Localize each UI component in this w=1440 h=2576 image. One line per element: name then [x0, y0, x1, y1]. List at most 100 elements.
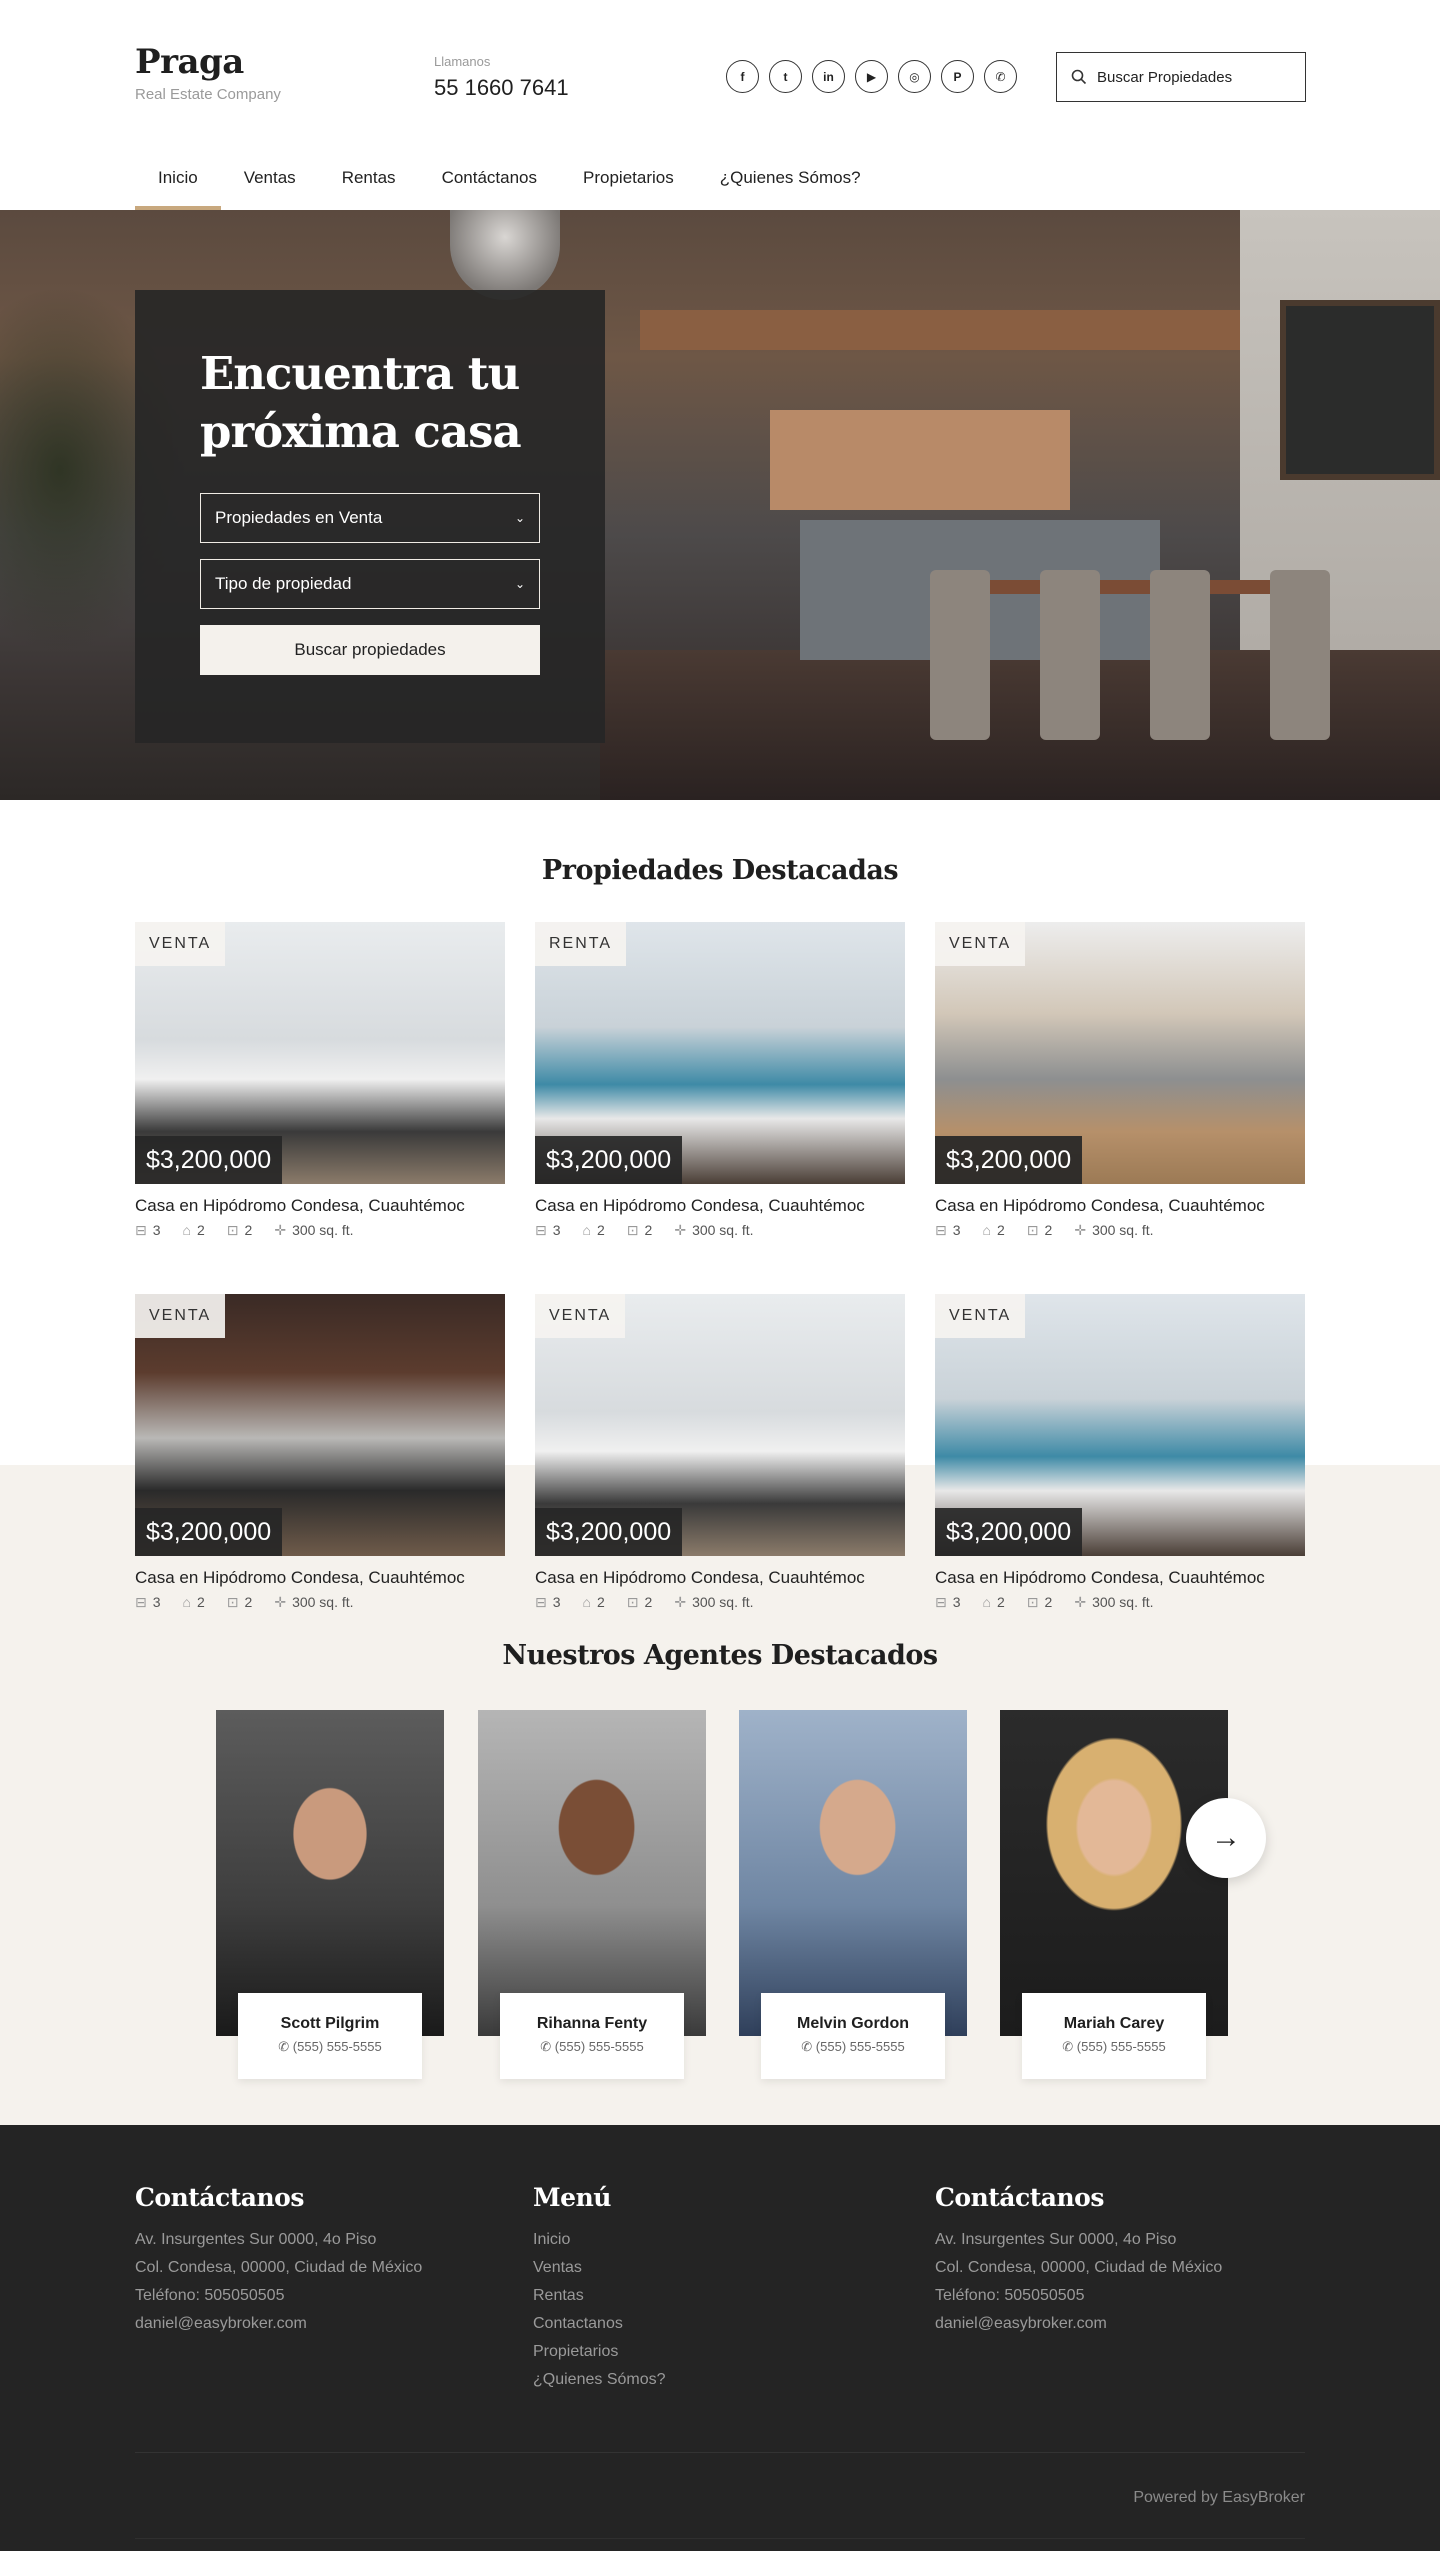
nav-rentas[interactable]: Rentas	[319, 150, 419, 210]
property-price: $3,200,000	[935, 1508, 1083, 1556]
baths-count: 2	[997, 1222, 1005, 1238]
operation-select[interactable]: Propiedades en Venta ⌄	[200, 493, 540, 543]
footer-link-inicio[interactable]: Inicio	[533, 2226, 666, 2254]
chevron-down-icon: ⌄	[514, 577, 525, 591]
car-icon: ⊡	[1026, 1594, 1039, 1610]
property-card[interactable]: VENTA $3,200,000 Casa en Hipódromo Conde…	[135, 1294, 505, 1611]
pinterest-icon[interactable]: P	[941, 60, 974, 93]
property-type-select[interactable]: Tipo de propiedad ⌄	[200, 559, 540, 609]
agents-title: Nuestros Agentes Destacados	[502, 1640, 938, 1671]
property-card[interactable]: VENTA $3,200,000 Casa en Hipódromo Conde…	[135, 922, 505, 1239]
footer-menu: Menú Inicio Ventas Rentas Contactanos Pr…	[533, 2183, 666, 2394]
property-image[interactable]: VENTA $3,200,000	[135, 922, 505, 1184]
agent-phone[interactable]: ✆ (555) 555-5555	[1022, 2039, 1206, 2055]
property-name[interactable]: Casa en Hipódromo Condesa, Cuauhtémoc	[135, 1196, 505, 1216]
footer-email[interactable]: daniel@easybroker.com	[135, 2310, 422, 2338]
agent-phone[interactable]: ✆ (555) 555-5555	[238, 2039, 422, 2055]
area-value: 300 sq. ft.	[292, 1594, 354, 1610]
property-name[interactable]: Casa en Hipódromo Condesa, Cuauhtémoc	[135, 1568, 505, 1588]
search-properties-button[interactable]: Buscar propiedades	[200, 625, 540, 675]
footer-link-quienes-somos[interactable]: ¿Quienes Sómos?	[533, 2366, 666, 2394]
area: ✛ 300 sq. ft.	[1074, 1222, 1153, 1239]
footer-address-line1: Av. Insurgentes Sur 0000, 4o Piso	[135, 2231, 377, 2248]
footer-link-propietarios[interactable]: Propietarios	[533, 2338, 666, 2366]
instagram-icon[interactable]: ◎	[898, 60, 931, 93]
area: ✛ 300 sq. ft.	[674, 1222, 753, 1239]
property-image[interactable]: VENTA $3,200,000	[135, 1294, 505, 1556]
search-box[interactable]	[1056, 52, 1306, 102]
bed-icon: ⊟	[935, 1222, 947, 1238]
arrow-right-icon: →	[1211, 1821, 1241, 1854]
footer-address-line2: Col. Condesa, 00000, Ciudad de México	[935, 2259, 1223, 2276]
brand[interactable]: Praga Real Estate Company	[135, 42, 281, 103]
footer-link-contactanos[interactable]: Contactanos	[533, 2310, 666, 2338]
parking-count: 2	[644, 1594, 653, 1610]
baths-count: 2	[597, 1594, 605, 1610]
nav-contactanos[interactable]: Contáctanos	[419, 150, 560, 210]
property-tag: VENTA	[935, 922, 1026, 966]
beds: ⊟ 3	[135, 1222, 161, 1239]
bed-icon: ⊟	[535, 1594, 547, 1610]
agent-photo	[216, 1710, 444, 2036]
agent-card[interactable]: Rihanna Fenty ✆ (555) 555-5555	[478, 1710, 706, 2079]
beds-count: 3	[152, 1222, 161, 1238]
chevron-down-icon: ⌄	[514, 511, 525, 525]
property-card[interactable]: RENTA $3,200,000 Casa en Hipódromo Conde…	[535, 922, 905, 1239]
beds-count: 3	[952, 1222, 961, 1238]
property-image[interactable]: VENTA $3,200,000	[935, 1294, 1305, 1556]
property-name[interactable]: Casa en Hipódromo Condesa, Cuauhtémoc	[935, 1568, 1305, 1588]
parking: ⊡ 2	[227, 1222, 253, 1239]
property-meta: ⊟ 3 ⌂ 2 ⊡ 2 ✛ 300 sq. ft.	[935, 1594, 1305, 1611]
hero-chalkboard	[1280, 300, 1440, 480]
property-price: $3,200,000	[135, 1136, 283, 1184]
parking-count: 2	[244, 1222, 253, 1238]
footer-phone: Teléfono: 505050505	[935, 2287, 1085, 2304]
footer-menu-title: Menú	[533, 2183, 611, 2212]
agent-phone[interactable]: ✆ (555) 555-5555	[500, 2039, 684, 2055]
nav-inicio[interactable]: Inicio	[135, 150, 221, 210]
nav-propietarios[interactable]: Propietarios	[560, 150, 697, 210]
property-name[interactable]: Casa en Hipódromo Condesa, Cuauhtémoc	[935, 1196, 1305, 1216]
property-image[interactable]: VENTA $3,200,000	[535, 1294, 905, 1556]
linkedin-icon[interactable]: in	[812, 60, 845, 93]
facebook-icon[interactable]: f	[726, 60, 759, 93]
property-name[interactable]: Casa en Hipódromo Condesa, Cuauhtémoc	[535, 1196, 905, 1216]
agent-phone[interactable]: ✆ (555) 555-5555	[761, 2039, 945, 2055]
nav-ventas[interactable]: Ventas	[221, 150, 319, 210]
property-image[interactable]: VENTA $3,200,000	[935, 922, 1305, 1184]
agent-card[interactable]: Melvin Gordon ✆ (555) 555-5555	[739, 1710, 967, 2079]
hero-cabinets	[770, 410, 1070, 510]
property-card[interactable]: VENTA $3,200,000 Casa en Hipódromo Conde…	[935, 922, 1305, 1239]
area-value: 300 sq. ft.	[1092, 1222, 1154, 1238]
agent-info: Rihanna Fenty ✆ (555) 555-5555	[500, 1993, 684, 2079]
twitter-icon[interactable]: t	[769, 60, 802, 93]
bath-icon: ⌂	[982, 1594, 991, 1610]
property-card[interactable]: VENTA $3,200,000 Casa en Hipódromo Conde…	[535, 1294, 905, 1611]
hero-section: Encuentra tu próxima casa Propiedades en…	[0, 210, 1440, 800]
agent-card[interactable]: Scott Pilgrim ✆ (555) 555-5555	[216, 1710, 444, 2079]
nav-quienes-somos[interactable]: ¿Quienes Sómos?	[697, 150, 884, 210]
phone-icon: ✆	[540, 2039, 555, 2054]
footer-link-rentas[interactable]: Rentas	[533, 2282, 666, 2310]
featured-title: Propiedades Destacadas	[541, 855, 899, 886]
footer-divider	[135, 2452, 1305, 2453]
parking-count: 2	[244, 1594, 253, 1610]
property-card[interactable]: VENTA $3,200,000 Casa en Hipódromo Conde…	[935, 1294, 1305, 1611]
beds-count: 3	[152, 1594, 161, 1610]
footer-email[interactable]: daniel@easybroker.com	[935, 2310, 1222, 2338]
search-input[interactable]	[1097, 68, 1297, 86]
agent-card[interactable]: Mariah Carey ✆ (555) 555-5555	[1000, 1710, 1228, 2079]
footer-link-ventas[interactable]: Ventas	[533, 2254, 666, 2282]
powered-by[interactable]: Powered by EasyBroker	[1133, 2489, 1305, 2507]
beds: ⊟ 3	[135, 1594, 161, 1611]
call-number[interactable]: 55 1660 7641	[434, 75, 569, 101]
agent-name: Melvin Gordon	[797, 2015, 909, 2032]
youtube-icon[interactable]: ▶	[855, 60, 888, 93]
property-name[interactable]: Casa en Hipódromo Condesa, Cuauhtémoc	[535, 1568, 905, 1588]
whatsapp-icon[interactable]: ✆	[984, 60, 1017, 93]
next-agents-button[interactable]: →	[1186, 1798, 1266, 1878]
property-image[interactable]: RENTA $3,200,000	[535, 922, 905, 1184]
agent-phone-number: (555) 555-5555	[1076, 2039, 1166, 2054]
baths: ⌂ 2	[183, 1594, 205, 1611]
search-icon	[1071, 69, 1087, 85]
